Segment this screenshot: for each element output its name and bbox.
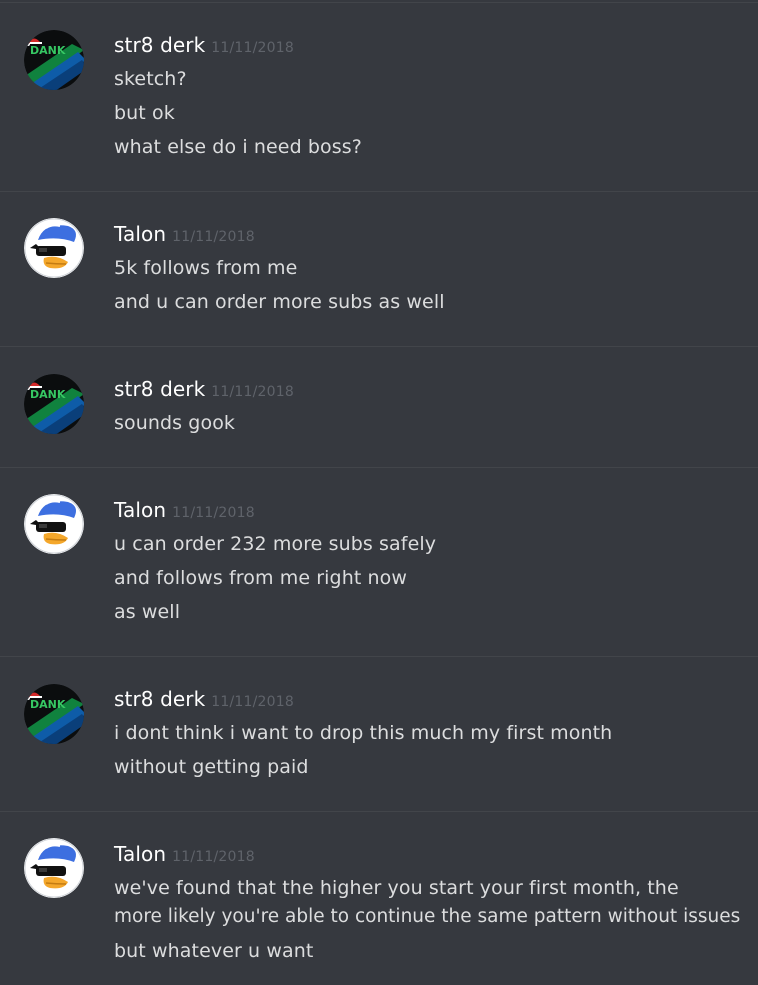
dank-logo-text: DANK — [30, 388, 66, 401]
message-timestamp: 11/11/2018 — [211, 694, 294, 710]
message-divider — [0, 656, 758, 657]
message-header: str8 derk 11/11/2018 — [114, 33, 294, 59]
message-text: as well — [114, 601, 181, 623]
message-header: Talon 11/11/2018 — [114, 222, 255, 248]
author-name[interactable]: Talon — [114, 222, 166, 246]
author-name[interactable]: str8 derk — [114, 687, 205, 711]
message-text: u can order 232 more subs safely — [114, 533, 437, 555]
message-text: 5k follows from me — [114, 257, 298, 279]
dank-logo-avatar-icon: DANK — [24, 374, 84, 434]
dank-logo-text: DANK — [30, 44, 66, 57]
message-divider — [0, 346, 758, 347]
dank-logo-text: DANK — [30, 698, 66, 711]
duck-sunglasses-avatar-icon — [24, 838, 84, 898]
avatar-talon[interactable] — [24, 494, 84, 554]
message-timestamp: 11/11/2018 — [172, 505, 255, 521]
message-divider — [0, 811, 758, 812]
chat-messages: DANK str8 derk 11/11/2018 sketch? but ok … — [0, 0, 758, 985]
message-text: but ok — [114, 102, 175, 124]
message-text: what else do i need boss? — [114, 136, 362, 158]
message-divider — [0, 467, 758, 468]
message-header: Talon 11/11/2018 — [114, 842, 255, 868]
duck-sunglasses-avatar-icon — [24, 218, 84, 278]
message-divider — [0, 191, 758, 192]
avatar-dank[interactable]: DANK — [24, 374, 84, 434]
dank-logo-avatar-icon: DANK — [24, 30, 84, 90]
message-header: str8 derk 11/11/2018 — [114, 377, 294, 403]
dank-logo-avatar-icon: DANK — [24, 684, 84, 744]
message-text: sounds gook — [114, 412, 236, 434]
avatar-talon[interactable] — [24, 838, 84, 898]
message-header: Talon 11/11/2018 — [114, 498, 255, 524]
message-text: without getting paid — [114, 756, 309, 778]
message-text: and follows from me right now — [114, 567, 408, 589]
author-name[interactable]: Talon — [114, 498, 166, 522]
message-header: str8 derk 11/11/2018 — [114, 687, 294, 713]
message-timestamp: 11/11/2018 — [172, 229, 255, 245]
avatar-dank[interactable]: DANK — [24, 684, 84, 744]
message-timestamp: 11/11/2018 — [172, 849, 255, 865]
message-text: but whatever u want — [114, 940, 314, 962]
message-text: i dont think i want to drop this much my… — [114, 722, 613, 744]
message-text: we've found that the higher you start yo… — [114, 877, 679, 899]
message-divider — [0, 2, 758, 3]
message-text: more likely you're able to continue the … — [114, 906, 741, 927]
author-name[interactable]: str8 derk — [114, 33, 205, 57]
author-name[interactable]: Talon — [114, 842, 166, 866]
duck-sunglasses-avatar-icon — [24, 494, 84, 554]
message-timestamp: 11/11/2018 — [211, 40, 294, 56]
avatar-dank[interactable]: DANK — [24, 30, 84, 90]
author-name[interactable]: str8 derk — [114, 377, 205, 401]
message-timestamp: 11/11/2018 — [211, 384, 294, 400]
message-text: and u can order more subs as well — [114, 291, 445, 313]
message-text: sketch? — [114, 68, 187, 90]
avatar-talon[interactable] — [24, 218, 84, 278]
